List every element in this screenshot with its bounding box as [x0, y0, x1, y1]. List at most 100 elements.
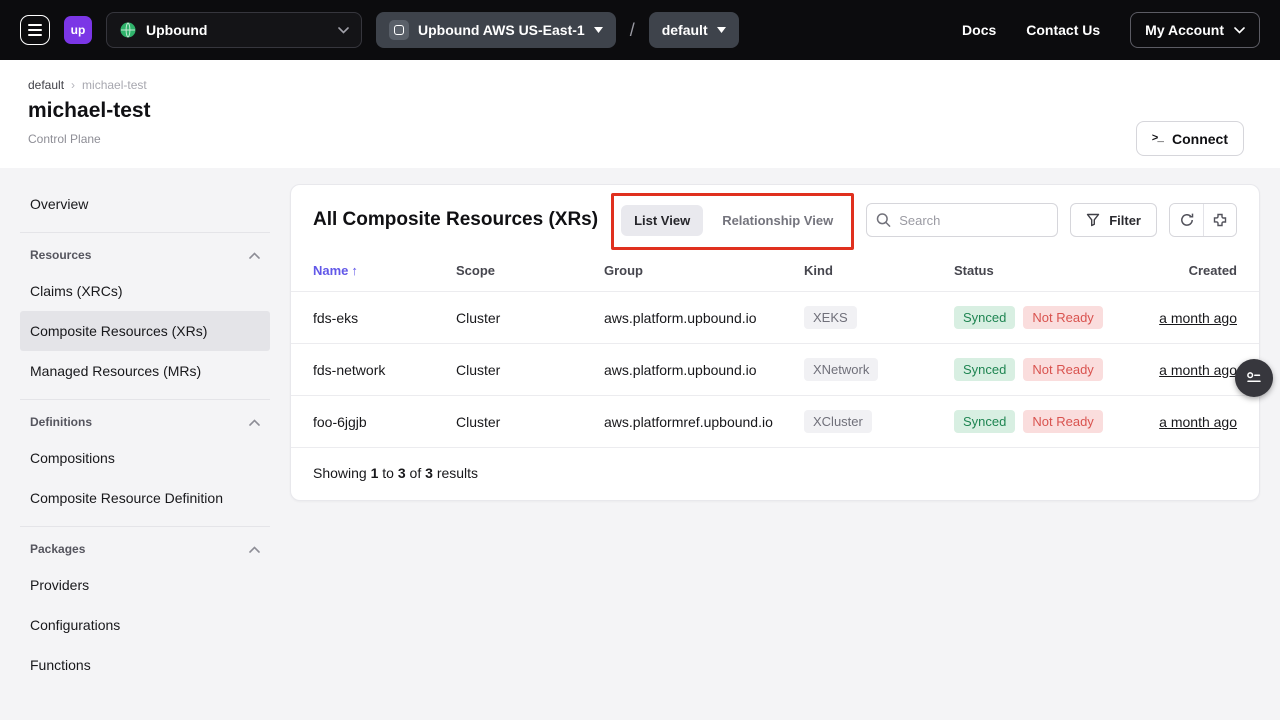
sidebar-item-configurations[interactable]: Configurations: [20, 605, 270, 645]
filter-button[interactable]: Filter: [1070, 203, 1157, 237]
cell-group: aws.platformref.upbound.io: [604, 396, 804, 448]
breadcrumb-separator-icon: ›: [71, 78, 75, 92]
cell-group: aws.platform.upbound.io: [604, 292, 804, 344]
sidebar-item-composite-resources[interactable]: Composite Resources (XRs): [20, 311, 270, 351]
search-input[interactable]: [866, 203, 1058, 237]
chevron-down-icon: [338, 27, 349, 34]
table-row[interactable]: fds-network Cluster aws.platform.upbound…: [291, 344, 1259, 396]
created-link[interactable]: a month ago: [1159, 362, 1237, 378]
results-summary: Showing 1 to 3 of 3 results: [291, 448, 1259, 500]
topbar: up Upbound Upbound AWS US-East-1 / defau…: [0, 0, 1280, 60]
my-account-button[interactable]: My Account: [1130, 12, 1260, 48]
cell-scope: Cluster: [456, 292, 604, 344]
control-plane-icon: [389, 20, 409, 40]
sidebar-item-providers[interactable]: Providers: [20, 565, 270, 605]
not-ready-badge: Not Ready: [1023, 306, 1102, 329]
logo-text: up: [71, 23, 86, 37]
content-area: Overview Resources Claims (XRCs) Composi…: [0, 168, 1280, 718]
sidebar-section-resources[interactable]: Resources: [20, 232, 270, 271]
cell-name: fds-eks: [291, 292, 456, 344]
column-header-status: Status: [954, 255, 1139, 292]
cell-kind: XCluster: [804, 396, 954, 448]
sidebar-item-functions[interactable]: Functions: [20, 645, 270, 685]
chevron-up-icon: [249, 546, 260, 553]
contact-us-link[interactable]: Contact Us: [1026, 22, 1100, 38]
extensions-button[interactable]: [1203, 204, 1236, 236]
upbound-logo: up: [64, 16, 92, 44]
relationship-view-button[interactable]: Relationship View: [709, 205, 846, 236]
column-header-name[interactable]: Name↑: [291, 255, 456, 292]
created-link[interactable]: a month ago: [1159, 310, 1237, 326]
control-plane-selector-label: Upbound AWS US-East-1: [418, 22, 585, 38]
caret-down-icon: [717, 27, 726, 33]
page-title: michael-test: [28, 99, 1252, 123]
feedback-fab-button[interactable]: [1235, 359, 1273, 397]
org-selector-label: Upbound: [146, 22, 207, 38]
chevron-up-icon: [249, 419, 260, 426]
search-box: [866, 203, 1058, 237]
column-header-created: Created: [1139, 255, 1259, 292]
namespace-selector-label: default: [662, 22, 708, 38]
chevron-down-icon: [1234, 27, 1245, 34]
feedback-icon: [1245, 369, 1263, 387]
created-link[interactable]: a month ago: [1159, 414, 1237, 430]
path-separator: /: [630, 20, 635, 41]
column-header-scope: Scope: [456, 255, 604, 292]
cell-status: Synced Not Ready: [954, 396, 1139, 448]
sidebar-section-definitions[interactable]: Definitions: [20, 399, 270, 438]
column-header-group: Group: [604, 255, 804, 292]
chevron-up-icon: [249, 252, 260, 259]
cell-scope: Cluster: [456, 344, 604, 396]
sidebar-item-managed-resources[interactable]: Managed Resources (MRs): [20, 351, 270, 391]
cell-status: Synced Not Ready: [954, 344, 1139, 396]
table-row[interactable]: foo-6jgjb Cluster aws.platformref.upboun…: [291, 396, 1259, 448]
sidebar-item-overview[interactable]: Overview: [20, 184, 270, 224]
sidebar-item-compositions[interactable]: Compositions: [20, 438, 270, 478]
cell-created: a month ago: [1139, 396, 1259, 448]
refresh-button[interactable]: [1170, 204, 1203, 236]
not-ready-badge: Not Ready: [1023, 358, 1102, 381]
synced-badge: Synced: [954, 306, 1015, 329]
breadcrumb-root[interactable]: default: [28, 78, 64, 92]
puzzle-icon: [1212, 212, 1228, 228]
cell-scope: Cluster: [456, 396, 604, 448]
search-icon: [876, 213, 891, 228]
cell-kind: XNetwork: [804, 344, 954, 396]
control-plane-selector-dropdown[interactable]: Upbound AWS US-East-1: [376, 12, 616, 48]
connect-button[interactable]: >_ Connect: [1136, 121, 1244, 156]
column-header-kind: Kind: [804, 255, 954, 292]
namespace-selector-dropdown[interactable]: default: [649, 12, 739, 48]
docs-link[interactable]: Docs: [962, 22, 996, 38]
cell-created: a month ago: [1139, 292, 1259, 344]
breadcrumb-current: michael-test: [82, 78, 147, 92]
cell-name: foo-6jgjb: [291, 396, 456, 448]
kind-badge: XCluster: [804, 410, 872, 433]
sidebar-section-packages[interactable]: Packages: [20, 526, 270, 565]
menu-button[interactable]: [20, 15, 50, 45]
section-label: Resources: [30, 248, 91, 262]
synced-badge: Synced: [954, 358, 1015, 381]
section-label: Packages: [30, 542, 85, 556]
page-subtitle: Control Plane: [28, 132, 1252, 146]
globe-icon: [119, 21, 137, 39]
cell-status: Synced Not Ready: [954, 292, 1139, 344]
sort-asc-icon: ↑: [351, 263, 358, 278]
my-account-label: My Account: [1145, 22, 1224, 38]
breadcrumb: default › michael-test: [28, 78, 1252, 92]
not-ready-badge: Not Ready: [1023, 410, 1102, 433]
synced-badge: Synced: [954, 410, 1015, 433]
sidebar: Overview Resources Claims (XRCs) Composi…: [20, 184, 270, 685]
kind-badge: XEKS: [804, 306, 857, 329]
table-row[interactable]: fds-eks Cluster aws.platform.upbound.io …: [291, 292, 1259, 344]
cell-kind: XEKS: [804, 292, 954, 344]
sidebar-item-composite-resource-definition[interactable]: Composite Resource Definition: [20, 478, 270, 518]
card-toolbar: All Composite Resources (XRs) List View …: [291, 185, 1259, 255]
filter-label: Filter: [1109, 213, 1141, 228]
resources-card: All Composite Resources (XRs) List View …: [290, 184, 1260, 501]
sidebar-item-claims[interactable]: Claims (XRCs): [20, 271, 270, 311]
org-selector-dropdown[interactable]: Upbound: [106, 12, 362, 48]
section-label: Definitions: [30, 415, 92, 429]
list-view-button[interactable]: List View: [621, 205, 703, 236]
cell-name: fds-network: [291, 344, 456, 396]
card-title: All Composite Resources (XRs): [313, 209, 598, 231]
